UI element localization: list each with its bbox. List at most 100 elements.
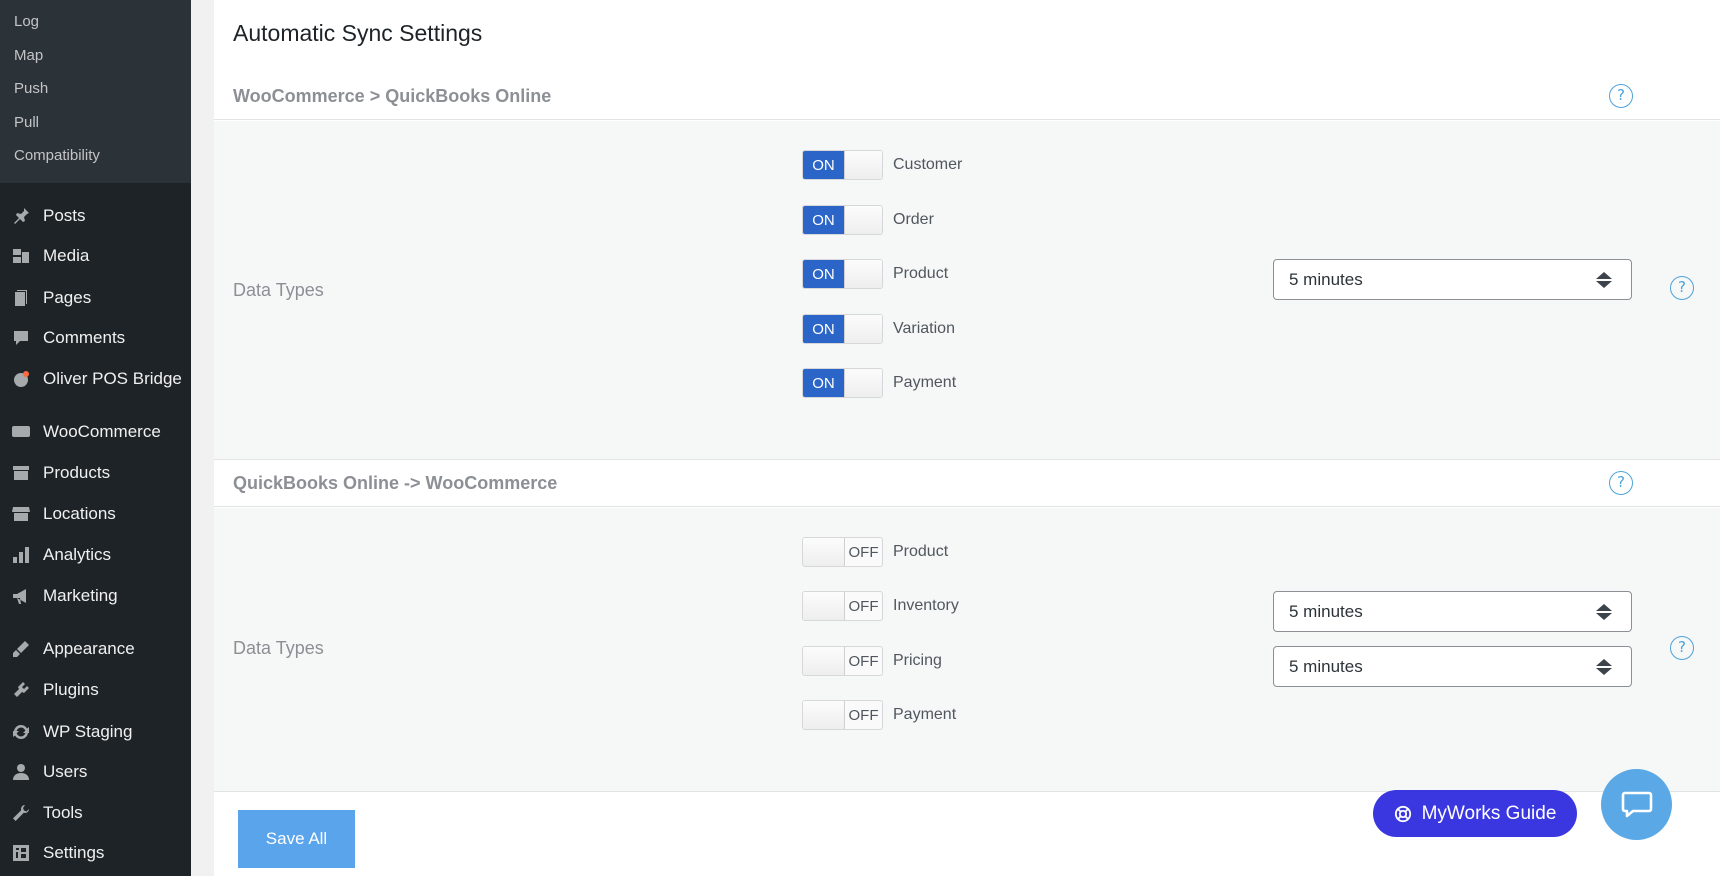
toggle-row-variation: ON Variation — [802, 314, 955, 344]
pricing-interval-select[interactable]: 5 minutes — [1273, 646, 1632, 687]
submenu-item-map[interactable]: Map — [0, 42, 191, 76]
submenu-item-compatibility[interactable]: Compatibility — [0, 142, 191, 176]
comments-icon — [10, 327, 32, 349]
sidebar-item-label: Pages — [43, 288, 92, 307]
myworks-guide-button[interactable]: MyWorks Guide — [1373, 790, 1577, 837]
product-interval-select[interactable]: 5 minutes — [1273, 259, 1632, 300]
sidebar-item-oliver-pos-bridge[interactable]: Oliver POS Bridge — [0, 361, 191, 397]
select-arrows-icon — [1596, 272, 1612, 288]
pages-icon — [10, 287, 32, 309]
media-icon — [10, 245, 32, 267]
toggle-state: ON — [803, 369, 844, 397]
sidebar-item-label: Appearance — [43, 639, 135, 658]
sidebar-item-settings[interactable]: Settings — [0, 835, 191, 871]
help-icon[interactable]: ? — [1609, 84, 1633, 108]
toggle-state: ON — [803, 151, 844, 179]
section-header-woo-to-qbo: WooCommerce > QuickBooks Online ? — [214, 72, 1720, 120]
sidebar-item-label: Posts — [43, 206, 86, 225]
toggle-row-customer: ON Customer — [802, 150, 962, 180]
save-all-button[interactable]: Save All — [238, 810, 355, 868]
sidebar-item-label: Media — [43, 246, 90, 265]
select-value: 5 minutes — [1289, 657, 1363, 676]
chat-launcher-button[interactable] — [1601, 769, 1672, 840]
sidebar-item-locations[interactable]: Locations — [0, 496, 191, 532]
sidebar-item-label: Tools — [43, 803, 83, 822]
brush-icon — [10, 638, 32, 660]
sidebar-item-users[interactable]: Users — [0, 754, 191, 790]
variation-toggle[interactable]: ON — [802, 314, 883, 344]
submenu-item-log[interactable]: Log — [0, 8, 191, 42]
sidebar-item-appearance[interactable]: Appearance — [0, 631, 191, 667]
help-icon[interactable]: ? — [1609, 471, 1633, 495]
section-title: QuickBooks Online -> WooCommerce — [233, 473, 558, 493]
plugin-icon — [10, 679, 32, 701]
sidebar-item-label: Users — [43, 762, 88, 781]
sidebar-item-label: WP Staging — [43, 722, 133, 741]
section-header-qbo-to-woo: QuickBooks Online -> WooCommerce ? — [214, 459, 1720, 507]
page-title: Automatic Sync Settings — [233, 20, 483, 46]
admin-sidebar: Log Map Push Pull Compatibility Posts Me… — [0, 0, 191, 876]
sidebar-item-woocommerce[interactable]: WooCommerce — [0, 414, 191, 450]
payment-toggle[interactable]: ON — [802, 368, 883, 398]
sidebar-item-posts[interactable]: Posts — [0, 198, 191, 234]
sidebar-item-media[interactable]: Media — [0, 238, 191, 274]
sidebar-item-analytics[interactable]: Analytics — [0, 537, 191, 573]
sidebar-item-comments[interactable]: Comments — [0, 320, 191, 356]
sidebar-item-label: Marketing — [43, 586, 118, 605]
toggle-label: Product — [893, 265, 949, 282]
data-types-label: Data Types — [233, 280, 324, 300]
chat-bubble-icon — [1621, 791, 1652, 817]
submenu-item-push[interactable]: Push — [0, 75, 191, 109]
toggle-row-product: ON Product — [802, 259, 948, 289]
sidebar-item-label: Plugins — [43, 680, 99, 699]
sidebar-item-products[interactable]: Products — [0, 455, 191, 491]
inventory-interval-select[interactable]: 5 minutes — [1273, 591, 1632, 632]
sidebar-item-label: Analytics — [43, 545, 112, 564]
toggle-row-payment: OFF Payment — [802, 700, 956, 730]
customer-toggle[interactable]: ON — [802, 150, 883, 180]
select-value: 5 minutes — [1289, 602, 1363, 621]
section-title: WooCommerce > QuickBooks Online — [233, 86, 552, 106]
toggle-label: Variation — [893, 320, 955, 337]
sidebar-item-label: Oliver POS Bridge — [43, 369, 182, 388]
oliver-icon — [10, 368, 32, 390]
sidebar-item-wp-staging[interactable]: WP Staging — [0, 714, 191, 750]
sidebar-item-label: Products — [43, 463, 111, 482]
toggle-row-product: OFF Product — [802, 537, 948, 567]
guide-label: MyWorks Guide — [1421, 802, 1557, 824]
sidebar-item-pages[interactable]: Pages — [0, 280, 191, 316]
product-toggle[interactable]: OFF — [802, 537, 883, 567]
store-icon — [10, 503, 32, 525]
select-arrows-icon — [1596, 659, 1612, 675]
toggle-state: ON — [803, 206, 844, 234]
sidebar-item-plugins[interactable]: Plugins — [0, 672, 191, 708]
toggle-label: Payment — [893, 374, 957, 391]
woo-icon — [10, 421, 32, 443]
help-icon[interactable]: ? — [1670, 636, 1694, 660]
user-icon — [10, 761, 32, 783]
sidebar-item-marketing[interactable]: Marketing — [0, 578, 191, 614]
sidebar-item-label: Comments — [43, 328, 126, 347]
inventory-toggle[interactable]: OFF — [802, 591, 883, 621]
order-toggle[interactable]: ON — [802, 205, 883, 235]
help-icon[interactable]: ? — [1670, 276, 1694, 300]
wrench-icon — [10, 802, 32, 824]
toggle-row-order: ON Order — [802, 205, 934, 235]
pricing-toggle[interactable]: OFF — [802, 646, 883, 676]
payment-toggle[interactable]: OFF — [802, 700, 883, 730]
sync-icon — [10, 721, 32, 743]
toggle-state: OFF — [848, 543, 879, 561]
lifebuoy-icon — [1394, 805, 1411, 822]
toggle-row-payment: ON Payment — [802, 368, 956, 398]
sidebar-item-label: Locations — [43, 504, 116, 523]
megaphone-icon — [10, 585, 32, 607]
toggle-state: OFF — [848, 652, 879, 670]
toggle-label: Payment — [893, 706, 957, 723]
toggle-row-pricing: OFF Pricing — [802, 646, 942, 676]
sidebar-item-tools[interactable]: Tools — [0, 795, 191, 831]
submenu-item-pull[interactable]: Pull — [0, 109, 191, 143]
product-toggle[interactable]: ON — [802, 259, 883, 289]
main-content: Automatic Sync Settings WooCommerce > Qu… — [214, 0, 1720, 876]
select-arrows-icon — [1596, 604, 1612, 620]
settings-icon — [10, 842, 32, 864]
